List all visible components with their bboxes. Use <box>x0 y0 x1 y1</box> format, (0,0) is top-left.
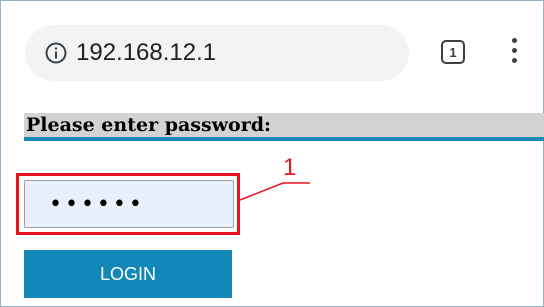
annotation-highlight-box <box>16 173 240 235</box>
annotation-callout-number: 1 <box>283 154 297 181</box>
prompt-underline <box>24 137 544 141</box>
password-prompt-label: Please enter password: <box>26 114 272 136</box>
url-text[interactable]: 192.168.12.1 <box>76 39 216 67</box>
password-prompt-bar: Please enter password: <box>24 113 544 137</box>
more-vert-icon[interactable] <box>509 38 519 66</box>
tab-switcher-button[interactable]: 1 <box>441 40 465 64</box>
login-button[interactable]: LOGIN <box>24 250 232 298</box>
address-bar[interactable]: 192.168.12.1 <box>25 25 409 81</box>
info-icon[interactable] <box>45 42 67 64</box>
browser-toolbar: 192.168.12.1 1 <box>1 1 543 97</box>
